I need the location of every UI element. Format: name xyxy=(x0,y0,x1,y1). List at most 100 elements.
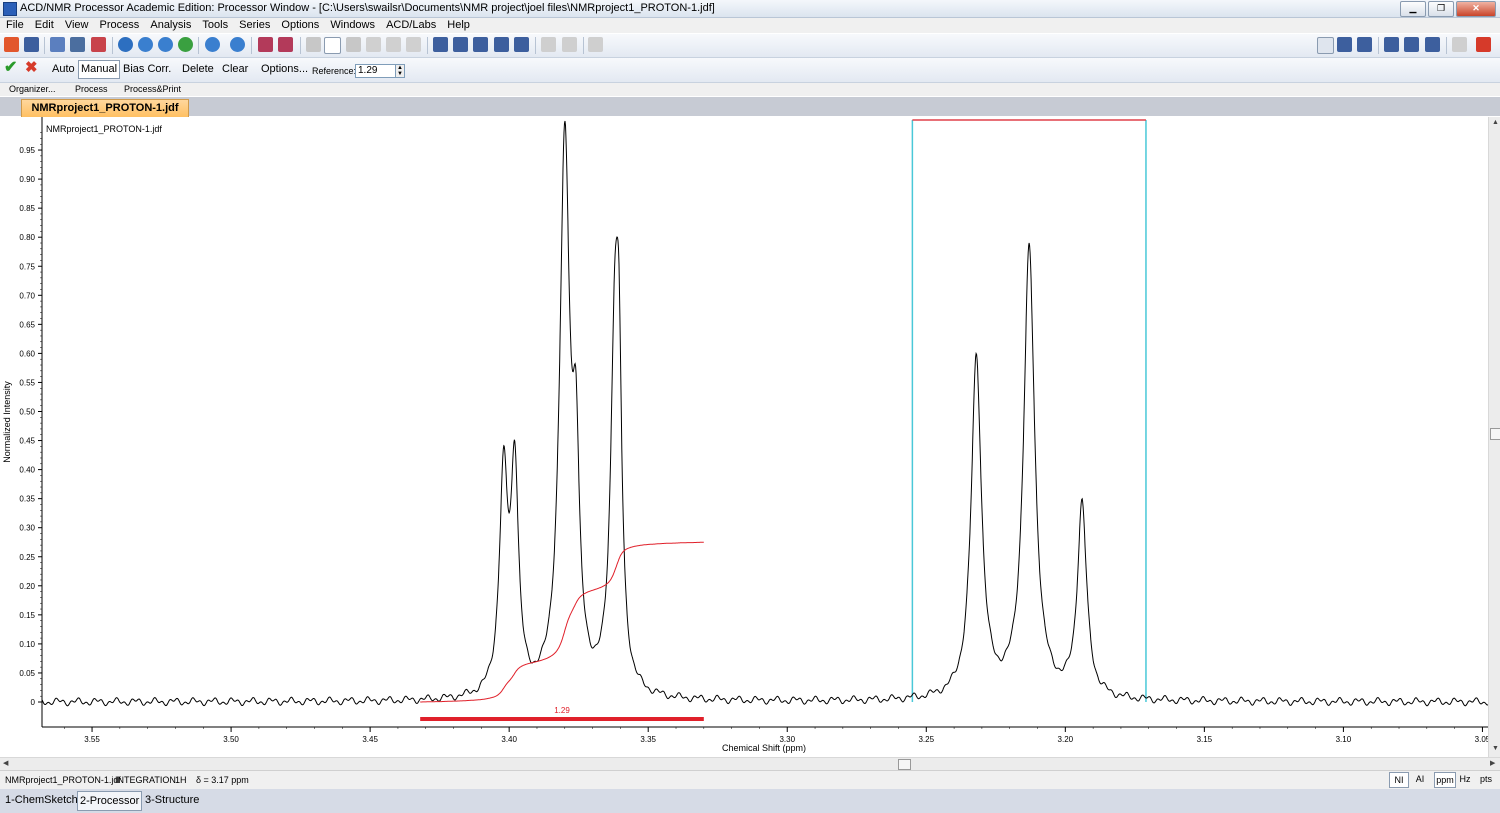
tab-process-print[interactable]: Process&Print xyxy=(124,84,181,94)
scroll-up-icon[interactable]: ▲ xyxy=(1492,119,1499,126)
unit-ppm-button[interactable]: ppm xyxy=(1434,772,1456,788)
assign-icon[interactable] xyxy=(406,37,421,52)
menu-options[interactable]: Options xyxy=(281,18,319,33)
scroll-left-icon[interactable]: ◀ xyxy=(3,759,8,767)
nmr-spectrum-chart[interactable]: 0 0.05 0.10 0.15 0.20 0.25 0.30 0.35 0.40 0.45 0.5… xyxy=(0,117,1488,757)
overlay-icon[interactable] xyxy=(562,37,577,52)
y-tick-label: 0.50 xyxy=(19,408,35,417)
module-tabs: 1-ChemSketch 2-Processor 3-Structure xyxy=(0,789,1500,813)
tab-process[interactable]: Process xyxy=(75,84,108,94)
menu-help[interactable]: Help xyxy=(447,18,470,33)
scroll-down-icon[interactable]: ▼ xyxy=(1492,745,1499,752)
baseline-icon[interactable] xyxy=(306,37,321,52)
unit-pts-button[interactable]: pts xyxy=(1477,772,1495,786)
menu-acdlabs[interactable]: ACD/Labs xyxy=(386,18,436,33)
menu-windows[interactable]: Windows xyxy=(330,18,375,33)
window-arrange-icon[interactable] xyxy=(1425,37,1440,52)
cancel-x-icon[interactable]: ✖ xyxy=(25,60,38,75)
y-tick-label: 0.95 xyxy=(19,146,35,155)
restore-button[interactable]: ❐ xyxy=(1428,1,1454,17)
window-cascade-icon[interactable] xyxy=(1384,37,1399,52)
unit-hz-button[interactable]: Hz xyxy=(1458,772,1472,786)
app-icon[interactable] xyxy=(3,2,17,16)
menu-file[interactable]: File xyxy=(6,18,24,33)
chart-title: NMRproject1_PROTON-1.jdf xyxy=(46,124,162,134)
table-integrals-icon[interactable] xyxy=(473,37,488,52)
layout-list-icon[interactable] xyxy=(1317,37,1334,54)
export-pdf-icon[interactable] xyxy=(91,37,106,52)
report-icon[interactable] xyxy=(50,37,65,52)
reference-label: Reference: xyxy=(312,66,357,76)
exit-icon[interactable] xyxy=(1476,37,1491,52)
tab-chemsketch[interactable]: 1-ChemSketch xyxy=(3,791,80,809)
print-icon[interactable] xyxy=(70,37,85,52)
table-multiplets-icon[interactable] xyxy=(494,37,509,52)
bias-correction-button[interactable]: Bias Corr. xyxy=(123,63,171,76)
options-button[interactable]: Options... xyxy=(261,63,308,76)
delete-button[interactable]: Delete xyxy=(182,63,214,76)
close-button[interactable]: ✕ xyxy=(1456,1,1496,17)
integration-icon[interactable] xyxy=(324,37,341,54)
menu-bar: File Edit View Process Analysis Tools Se… xyxy=(0,18,1500,33)
multiplet-icon[interactable] xyxy=(346,37,361,52)
peak-label-icon[interactable] xyxy=(278,37,293,52)
reference-input[interactable]: 1.29 xyxy=(355,64,399,78)
unit-ni-button[interactable]: NI xyxy=(1389,772,1409,788)
layout-grid-icon[interactable] xyxy=(1337,37,1352,52)
save-icon[interactable] xyxy=(24,37,39,52)
auto-button[interactable]: Auto xyxy=(52,63,75,76)
vertical-scrollbar[interactable]: ▲ ▼ xyxy=(1488,117,1500,757)
reference-spinner[interactable]: ▲ ▼ xyxy=(395,64,405,78)
menu-process[interactable]: Process xyxy=(100,18,140,33)
menu-view[interactable]: View xyxy=(65,18,89,33)
status-mode: INTEGRATION xyxy=(115,775,176,785)
vertical-scroll-thumb[interactable] xyxy=(1490,428,1500,440)
window-title: ACD/NMR Processor Academic Edition: Proc… xyxy=(20,2,715,14)
zoom-in-icon[interactable] xyxy=(138,37,153,52)
structure-icon[interactable] xyxy=(588,37,603,52)
scroll-right-icon[interactable]: ▶ xyxy=(1490,759,1495,767)
tab-structure[interactable]: 3-Structure xyxy=(143,791,201,809)
horizontal-scrollbar[interactable]: ◀ ▶ xyxy=(0,757,1500,770)
manual-button[interactable]: Manual xyxy=(78,60,121,79)
tab-organizer[interactable]: Organizer... xyxy=(9,84,56,94)
coupling-icon[interactable] xyxy=(386,37,401,52)
zoom-region-icon[interactable] xyxy=(178,37,193,52)
table-peaks-icon[interactable] xyxy=(453,37,468,52)
status-nucleus: 1H xyxy=(175,775,187,785)
integration-toolbar: ✔ ✖ Auto Manual Bias Corr. Delete Clear … xyxy=(0,58,1500,83)
zoom-box-icon[interactable] xyxy=(118,37,133,52)
menu-tools[interactable]: Tools xyxy=(202,18,228,33)
zoom-history-icon[interactable] xyxy=(230,37,245,52)
unit-ai-button[interactable]: AI xyxy=(1412,772,1428,786)
y-tick-label: 0.15 xyxy=(19,611,35,620)
peak-pick-icon[interactable] xyxy=(258,37,273,52)
document-tab[interactable]: NMRproject1_PROTON-1.jdf xyxy=(21,99,189,117)
menu-analysis[interactable]: Analysis xyxy=(150,18,191,33)
window-tile-icon[interactable] xyxy=(1404,37,1419,52)
tab-processor[interactable]: 2-Processor xyxy=(77,791,143,811)
menu-series[interactable]: Series xyxy=(239,18,270,33)
y-tick-label: 0.90 xyxy=(19,175,35,184)
table-export-icon[interactable] xyxy=(514,37,529,52)
open-icon[interactable] xyxy=(4,37,19,52)
table-view-icon[interactable] xyxy=(433,37,448,52)
clear-button[interactable]: Clear xyxy=(222,63,248,76)
zoom-full-icon[interactable] xyxy=(158,37,173,52)
status-bar: NMRproject1_PROTON-1.jdf INTEGRATION 1H … xyxy=(0,770,1500,789)
horizontal-scroll-thumb[interactable] xyxy=(898,759,911,770)
accept-check-icon[interactable]: ✔ xyxy=(4,60,17,76)
grid-icon[interactable] xyxy=(366,37,381,52)
y-tick-label: 0.05 xyxy=(19,669,35,678)
minimize-button[interactable]: ▁ xyxy=(1400,1,1426,17)
settings-icon[interactable] xyxy=(1452,37,1467,52)
integral-value-label: 1.29 xyxy=(554,706,570,715)
zoom-out-icon[interactable] xyxy=(205,37,220,52)
y-tick-label: 0.20 xyxy=(19,582,35,591)
document-tabs: NMRproject1_PROTON-1.jdf xyxy=(0,97,1500,117)
simulate-icon[interactable] xyxy=(541,37,556,52)
integral-bar[interactable] xyxy=(420,717,704,721)
layout-split-icon[interactable] xyxy=(1357,37,1372,52)
menu-edit[interactable]: Edit xyxy=(35,18,54,33)
y-tick-label: 0.45 xyxy=(19,437,35,446)
